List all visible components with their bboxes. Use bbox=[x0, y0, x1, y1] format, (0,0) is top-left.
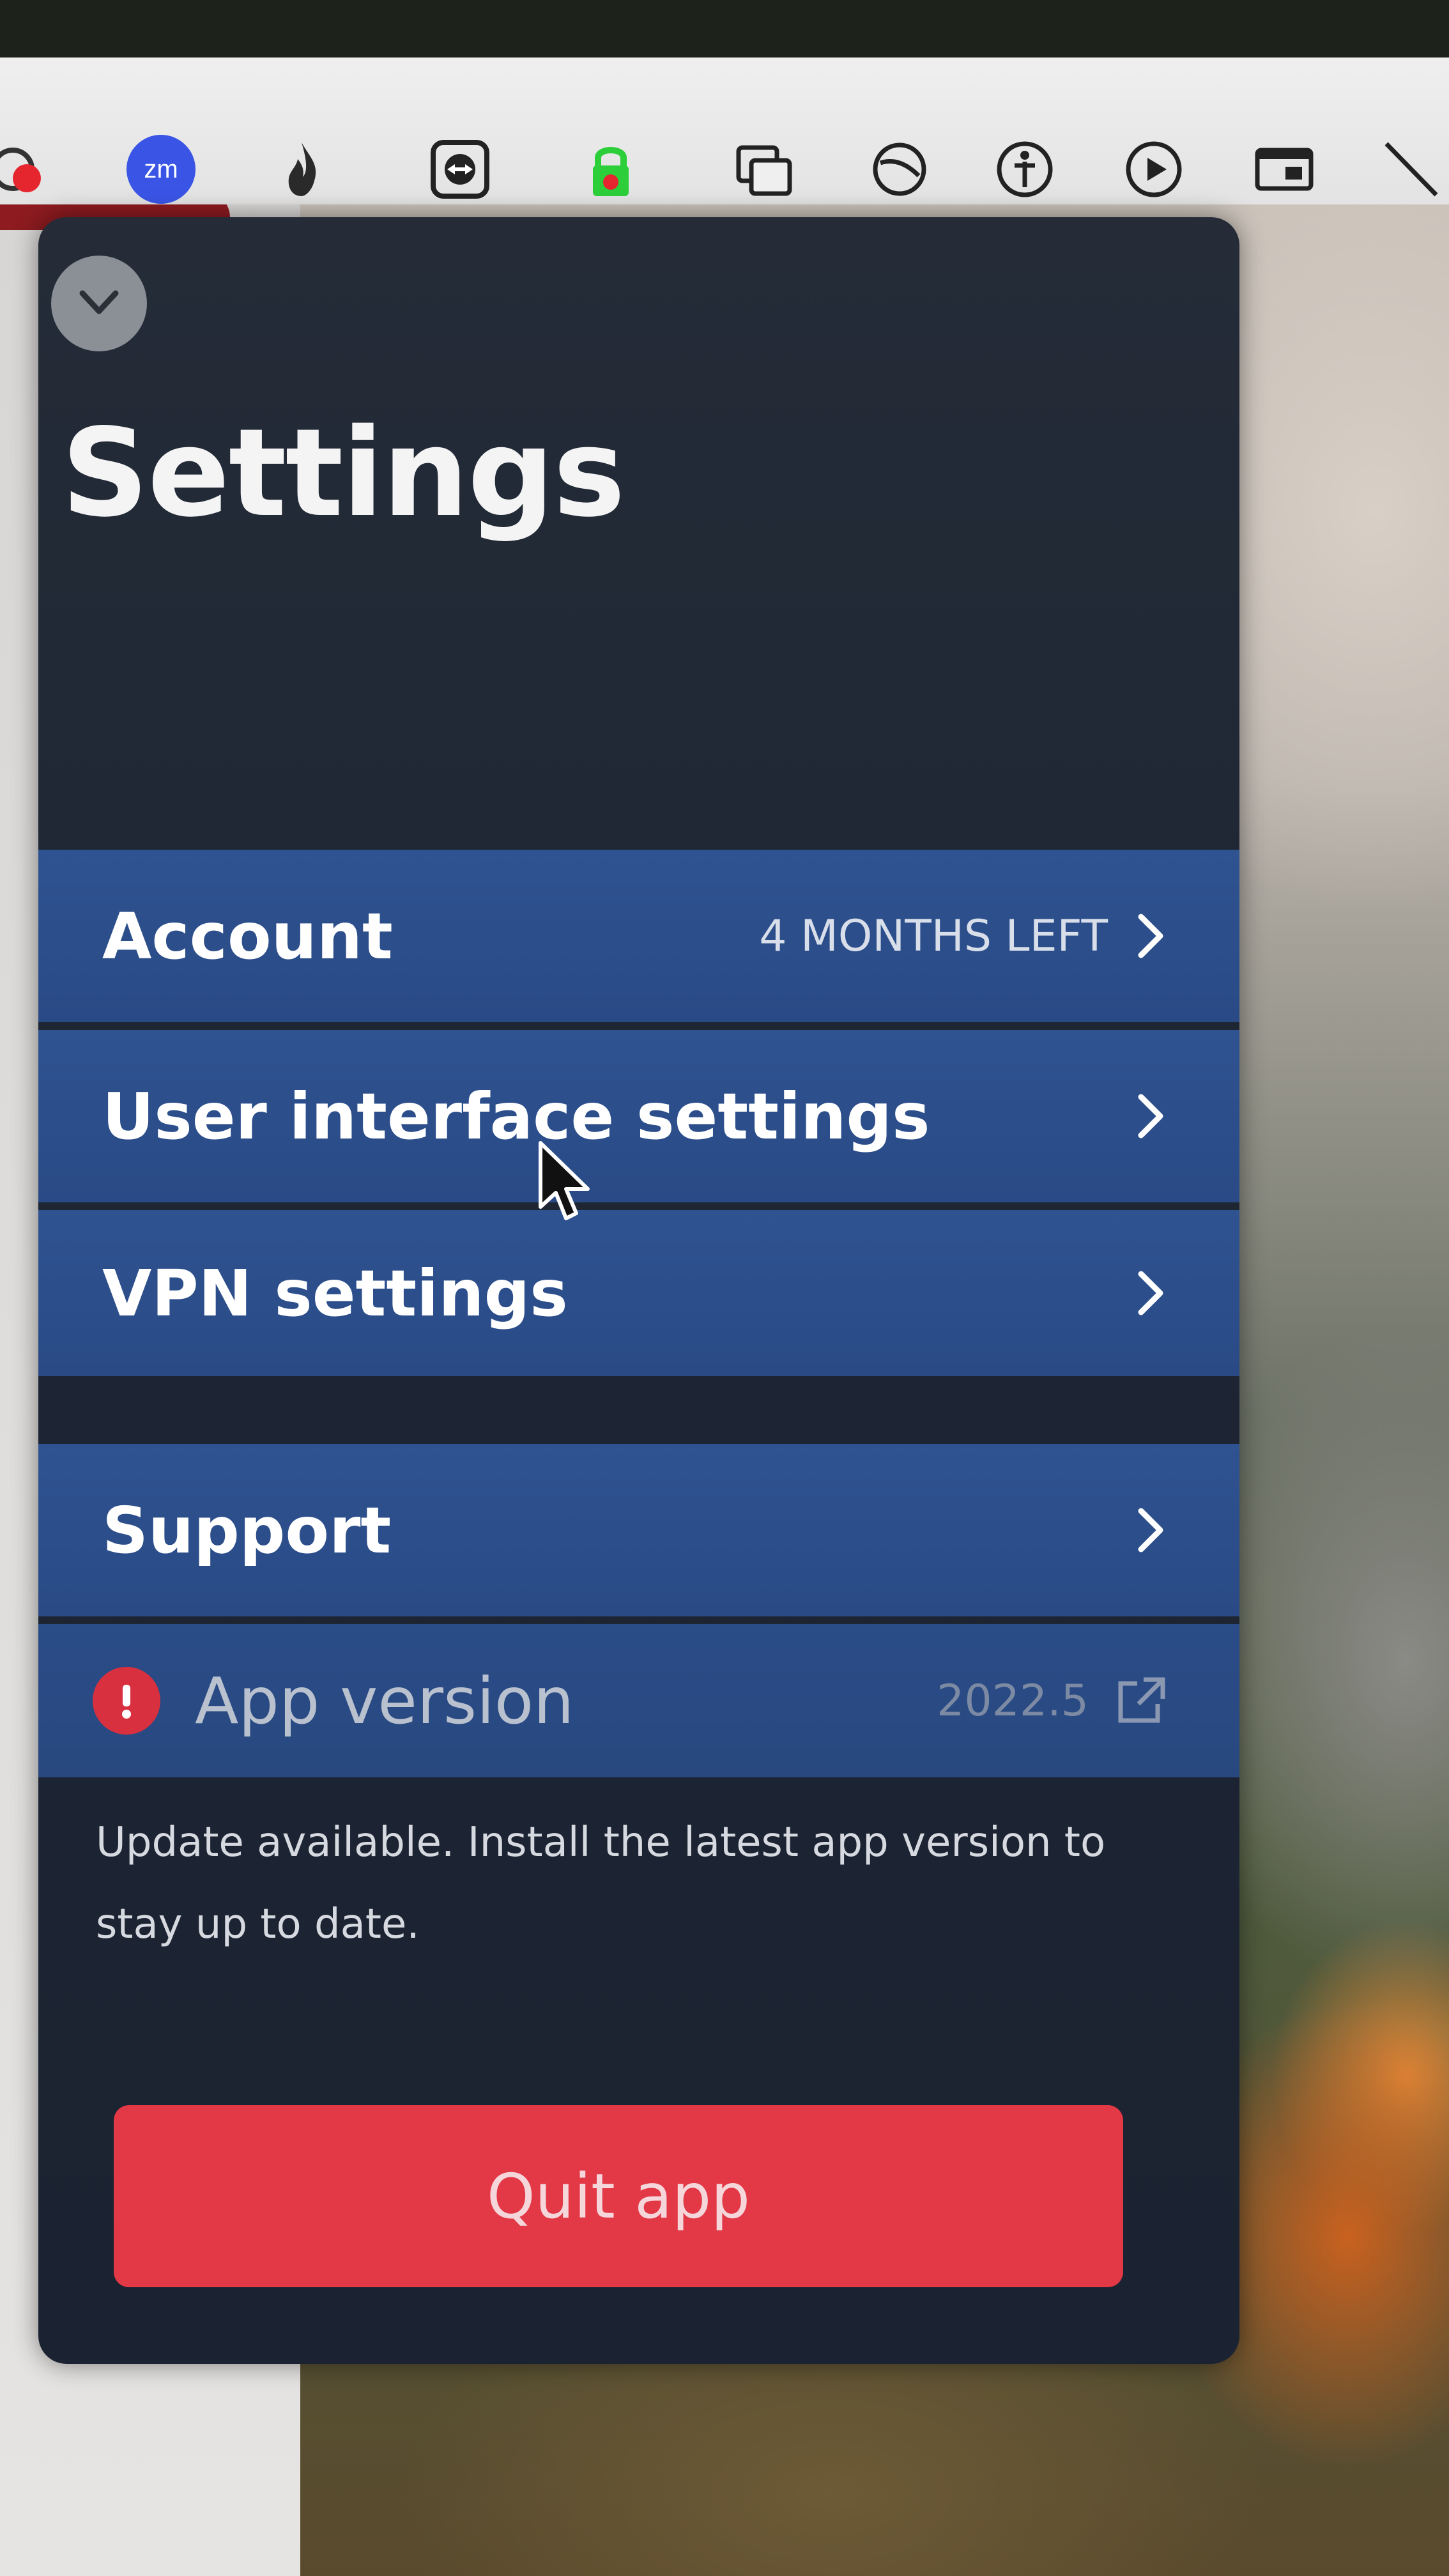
account-right: 4 MONTHS LEFT bbox=[759, 910, 1169, 962]
camera-icon[interactable] bbox=[0, 131, 57, 208]
support-right bbox=[1131, 1505, 1169, 1556]
settings-row-user-interface[interactable]: User interface settings bbox=[38, 1030, 1239, 1202]
settings-panel: Settings Account 4 MONTHS LEFT User inte… bbox=[38, 217, 1239, 2364]
vpn-settings-label: VPN settings bbox=[102, 1255, 568, 1331]
account-label: Account bbox=[102, 898, 393, 974]
vpn-lock-icon[interactable] bbox=[572, 131, 649, 208]
chevron-right-icon bbox=[1131, 1091, 1169, 1142]
quit-app-button[interactable]: Quit app bbox=[114, 2105, 1123, 2287]
page-title: Settings bbox=[61, 402, 625, 544]
alert-icon bbox=[93, 1667, 160, 1735]
vpn-right bbox=[1131, 1268, 1169, 1319]
fire-icon[interactable] bbox=[263, 131, 340, 208]
app-version-right: 2022.5 bbox=[937, 1672, 1169, 1729]
menu-bar: zm bbox=[0, 57, 1449, 204]
screen-bezel bbox=[0, 0, 1449, 61]
accessibility-icon[interactable] bbox=[986, 131, 1063, 208]
chevron-right-icon bbox=[1131, 1505, 1169, 1556]
app-version-number: 2022.5 bbox=[937, 1675, 1089, 1726]
app-version-label: App version bbox=[195, 1663, 574, 1738]
external-link-icon[interactable] bbox=[1112, 1672, 1169, 1729]
mouse-cursor-icon bbox=[539, 1141, 590, 1220]
chevron-right-icon bbox=[1131, 910, 1169, 962]
focus-icon[interactable] bbox=[861, 131, 938, 208]
update-available-note: Update available. Install the latest app… bbox=[96, 1819, 1106, 1948]
play-icon[interactable] bbox=[1116, 131, 1192, 208]
user-interface-right bbox=[1131, 1091, 1169, 1142]
collapse-button[interactable] bbox=[51, 256, 147, 351]
user-interface-label: User interface settings bbox=[102, 1078, 930, 1154]
settings-row-vpn[interactable]: VPN settings bbox=[38, 1210, 1239, 1376]
settings-row-account[interactable]: Account 4 MONTHS LEFT bbox=[38, 850, 1239, 1022]
chevron-down-icon bbox=[73, 277, 125, 330]
pen-icon[interactable] bbox=[1372, 131, 1449, 208]
window-switcher-icon[interactable] bbox=[726, 131, 802, 208]
zoom-badge: zm bbox=[126, 135, 195, 204]
support-label: Support bbox=[102, 1492, 392, 1568]
settings-row-app-version[interactable]: App version 2022.5 bbox=[38, 1624, 1239, 1777]
teamviewer-icon[interactable] bbox=[422, 131, 498, 208]
zoom-icon[interactable]: zm bbox=[123, 131, 199, 208]
settings-row-support[interactable]: Support bbox=[38, 1444, 1239, 1616]
chevron-right-icon bbox=[1131, 1268, 1169, 1319]
screen-icon[interactable] bbox=[1246, 131, 1322, 208]
subscription-remaining: 4 MONTHS LEFT bbox=[759, 910, 1108, 962]
